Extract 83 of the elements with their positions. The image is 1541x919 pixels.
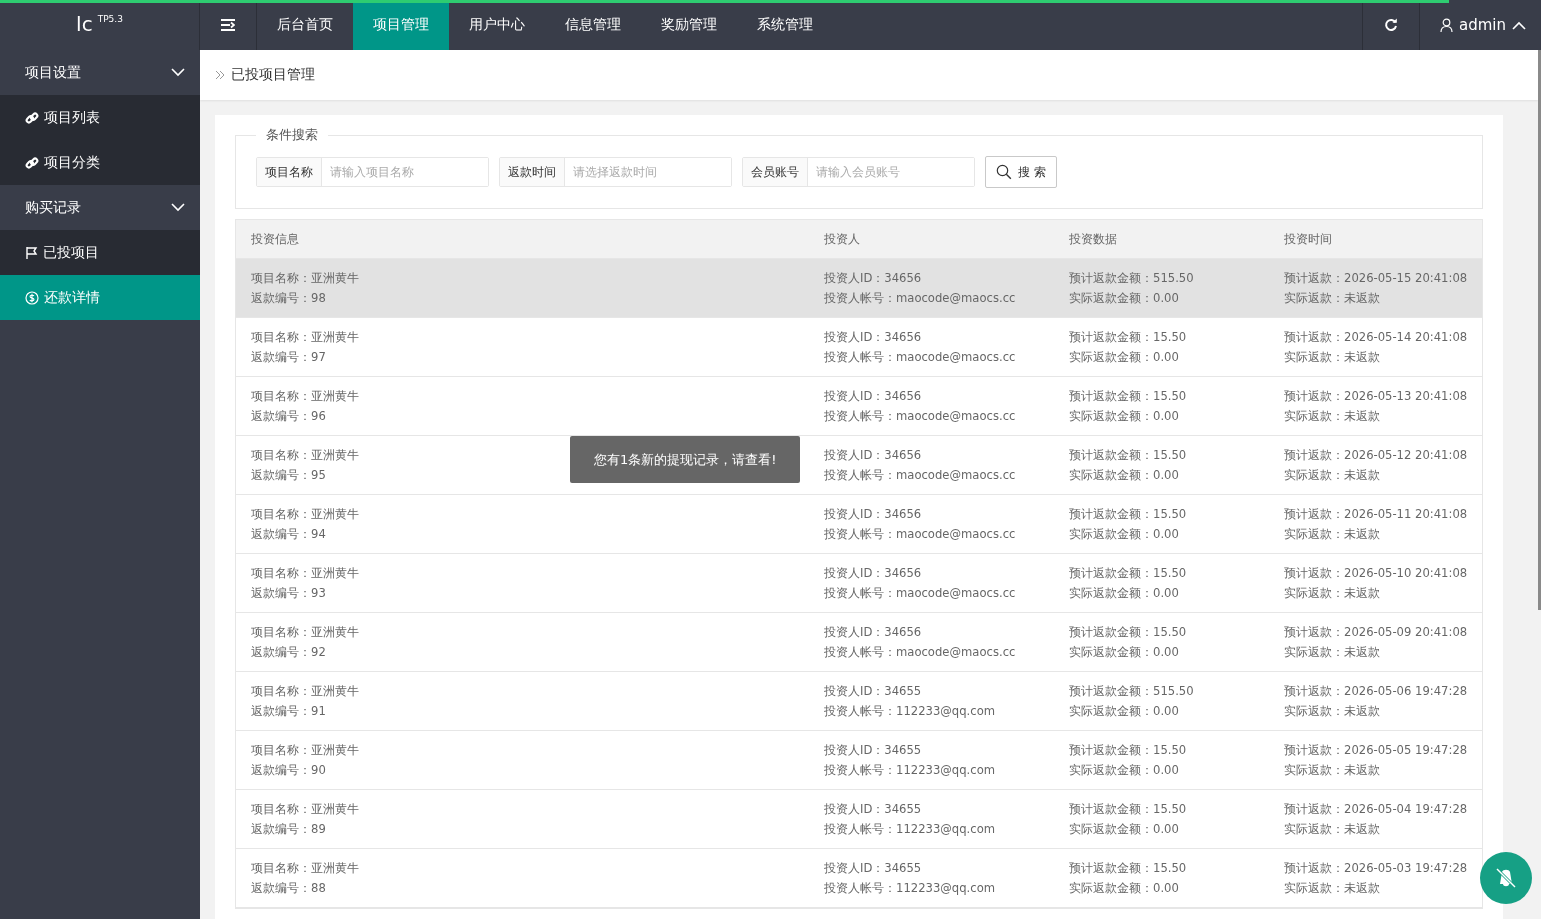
table-cell-text: 预计返款金额：15.50 实际返款金额：0.00 <box>1068 388 1188 425</box>
table-cell-text: 预计返款：2026-05-05 19:47:28 实际返款：未返款 <box>1283 742 1469 779</box>
nav-tab[interactable]: 信息管理 <box>545 0 641 50</box>
table-cell-text: 投资人ID：34656 投资人帐号：maocode@maocs.cc <box>823 270 1017 307</box>
table-cell-text: 项目名称：亚洲黄牛 返款编号：89 <box>250 801 360 838</box>
table-cell-text: 投资人ID：34655 投资人帐号：112233@qq.com <box>823 860 997 897</box>
table-cell-text: 投资人ID：34655 投资人帐号：112233@qq.com <box>823 742 997 779</box>
chevron-down-icon <box>171 68 185 77</box>
sidebar-group[interactable]: 购买记录 <box>0 185 200 230</box>
table-cell-text: 投资人ID：34656 投资人帐号：maocode@maocs.cc <box>823 447 1017 484</box>
search-field[interactable]: 会员账号 请输入会员账号 <box>742 157 975 187</box>
table-cell-text: 预计返款：2026-05-12 20:41:08 实际返款：未返款 <box>1283 447 1469 484</box>
table-cell-text: 项目名称：亚洲黄牛 返款编号：92 <box>250 624 360 661</box>
table-cell-text: 项目名称：亚洲黄牛 返款编号：90 <box>250 742 360 779</box>
table-cell-text: 预计返款：2026-05-09 20:41:08 实际返款：未返款 <box>1283 624 1469 661</box>
table-cell-text: 项目名称：亚洲黄牛 返款编号：97 <box>250 329 360 366</box>
table-cell-text: 项目名称：亚洲黄牛 返款编号：93 <box>250 565 360 602</box>
table-cell-text: 预计返款金额：15.50 实际返款金额：0.00 <box>1068 565 1188 602</box>
search-icon <box>996 164 1012 180</box>
table-cell-text: 预计返款：2026-05-11 20:41:08 实际返款：未返款 <box>1283 506 1469 543</box>
search-field[interactable]: 项目名称 请输入项目名称 <box>256 157 489 187</box>
table-cell-text: 预计返款金额：515.50 实际返款金额：0.00 <box>1068 270 1195 307</box>
table-cell-text: 预计返款：2026-05-03 19:47:28 实际返款：未返款 <box>1283 860 1469 897</box>
table-cell-text: 预计返款：2026-05-06 19:47:28 实际返款：未返款 <box>1283 683 1469 720</box>
menu-icon[interactable] <box>221 19 235 31</box>
table-cell-text: 投资人ID：34656 投资人帐号：maocode@maocs.cc <box>823 329 1017 366</box>
column-header: 投资信息 <box>250 231 300 247</box>
table-cell-text: 投资人ID：34655 投资人帐号：112233@qq.com <box>823 683 997 720</box>
table-cell-text: 预计返款金额：15.50 实际返款金额：0.00 <box>1068 860 1188 897</box>
table-cell-text: 项目名称：亚洲黄牛 返款编号：95 <box>250 447 360 484</box>
nav-tab[interactable]: 用户中心 <box>449 0 545 50</box>
nav-tab[interactable]: 后台首页 <box>257 0 353 50</box>
search-button[interactable]: 搜 索 <box>985 156 1057 188</box>
table-cell-text: 投资人ID：34656 投资人帐号：maocode@maocs.cc <box>823 565 1017 602</box>
table-cell-text: 预计返款金额：515.50 实际返款金额：0.00 <box>1068 683 1195 720</box>
scrollbar[interactable] <box>1538 50 1541 610</box>
double-chevron-icon <box>215 70 225 80</box>
dollar-circle-icon <box>25 290 39 305</box>
chevron-down-icon <box>171 203 185 212</box>
table-cell-text: 投资人ID：34656 投资人帐号：maocode@maocs.cc <box>823 388 1017 425</box>
nav-tab[interactable]: 项目管理 <box>353 0 449 50</box>
link-icon <box>25 110 39 125</box>
table-cell-text: 预计返款：2026-05-15 20:41:08 实际返款：未返款 <box>1283 270 1469 307</box>
table-cell-text: 投资人ID：34656 投资人帐号：maocode@maocs.cc <box>823 506 1017 543</box>
refresh-icon[interactable] <box>1384 18 1398 32</box>
column-header: 投资数据 <box>1068 231 1118 247</box>
nav-tab[interactable]: 奖励管理 <box>641 0 737 50</box>
link-icon <box>25 155 39 170</box>
table-cell-text: 预计返款金额：15.50 实际返款金额：0.00 <box>1068 801 1188 838</box>
table-cell-text: 预计返款：2026-05-13 20:41:08 实际返款：未返款 <box>1283 388 1469 425</box>
table-cell-text: 项目名称：亚洲黄牛 返款编号：91 <box>250 683 360 720</box>
table-cell-text: 预计返款：2026-05-04 19:47:28 实际返款：未返款 <box>1283 801 1469 838</box>
toast-message: 您有1条新的提现记录，请查看! <box>570 436 801 483</box>
search-field[interactable]: 返款时间 请选择返款时间 <box>499 157 732 187</box>
table-cell-text: 预计返款金额：15.50 实际返款金额：0.00 <box>1068 624 1188 661</box>
sidebar-item[interactable]: 项目列表 <box>0 95 200 140</box>
flag-icon <box>25 245 38 260</box>
table-cell-text: 项目名称：亚洲黄牛 返款编号：88 <box>250 860 360 897</box>
logo-text: lc <box>76 12 93 36</box>
table-cell-text: 预计返款金额：15.50 实际返款金额：0.00 <box>1068 329 1188 366</box>
table-cell-text: 预计返款：2026-05-10 20:41:08 实际返款：未返款 <box>1283 565 1469 602</box>
sidebar-group[interactable]: 项目设置 <box>0 50 200 95</box>
table-cell-text: 项目名称：亚洲黄牛 返款编号：98 <box>250 270 360 307</box>
sidebar-item[interactable]: 还款详情 <box>0 275 200 320</box>
column-header: 投资人 <box>823 231 861 247</box>
user-icon <box>1440 18 1453 32</box>
table-cell-text: 项目名称：亚洲黄牛 返款编号：94 <box>250 506 360 543</box>
table-cell-text: 投资人ID：34655 投资人帐号：112233@qq.com <box>823 801 997 838</box>
sidebar-item[interactable]: 已投项目 <box>0 230 200 275</box>
nav-tab[interactable]: 系统管理 <box>737 0 833 50</box>
chevron-up-icon <box>1512 20 1526 30</box>
version-label: TP5.3 <box>97 14 123 24</box>
breadcrumb-title: 已投项目管理 <box>231 66 315 84</box>
column-header: 投资时间 <box>1283 231 1333 247</box>
table-cell-text: 投资人ID：34656 投资人帐号：maocode@maocs.cc <box>823 624 1017 661</box>
table-cell-text: 预计返款金额：15.50 实际返款金额：0.00 <box>1068 742 1188 779</box>
table-cell-text: 预计返款金额：15.50 实际返款金额：0.00 <box>1068 447 1188 484</box>
search-legend: 条件搜索 <box>256 126 328 144</box>
table-cell-text: 项目名称：亚洲黄牛 返款编号：96 <box>250 388 360 425</box>
username[interactable]: admin <box>1459 16 1506 34</box>
table-cell-text: 预计返款金额：15.50 实际返款金额：0.00 <box>1068 506 1188 543</box>
table-cell-text: 预计返款：2026-05-14 20:41:08 实际返款：未返款 <box>1283 329 1469 366</box>
sidebar-item[interactable]: 项目分类 <box>0 140 200 185</box>
